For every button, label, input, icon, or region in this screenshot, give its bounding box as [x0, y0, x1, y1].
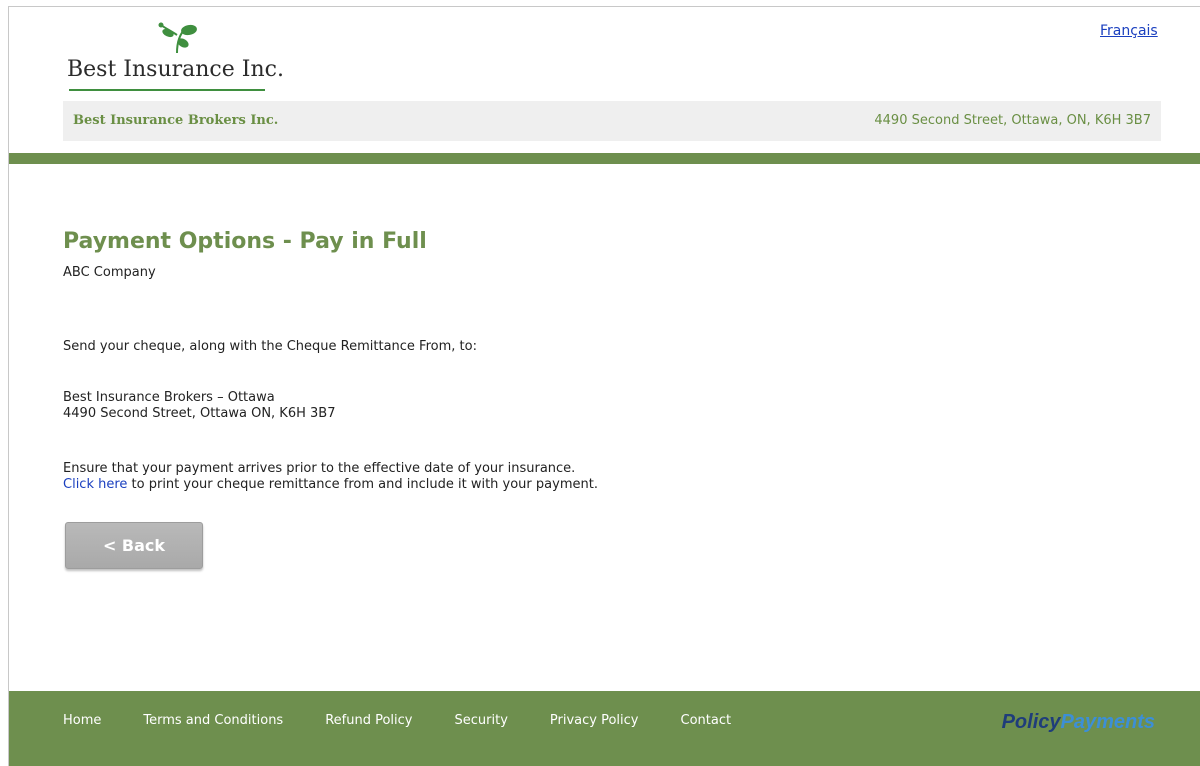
broker-info-bar: Best Insurance Brokers Inc. 4490 Second … — [63, 101, 1161, 141]
mailing-address-block: Best Insurance Brokers – Ottawa 4490 Sec… — [63, 390, 335, 422]
mailing-name: Best Insurance Brokers – Ottawa — [63, 390, 275, 405]
leaf-icon — [158, 22, 197, 54]
footer-link-terms[interactable]: Terms and Conditions — [143, 713, 283, 728]
logo-underline — [69, 89, 265, 91]
print-instruction-rest: to print your cheque remittance from and… — [127, 477, 598, 492]
company-name: ABC Company — [63, 265, 156, 280]
send-instruction: Send your cheque, along with the Cheque … — [63, 339, 477, 354]
broker-address: 4490 Second Street, Ottawa, ON, K6H 3B7 — [874, 113, 1151, 128]
print-remittance-link[interactable]: Click here — [63, 477, 127, 492]
brand-part-1: Policy — [1001, 711, 1061, 733]
page-frame: Best Insurance Inc. Français Best Insura… — [8, 6, 1200, 766]
back-button[interactable]: < Back — [65, 522, 203, 569]
footer-nav: Home Terms and Conditions Refund Policy … — [63, 713, 773, 728]
logo-text: Best Insurance Inc. — [67, 57, 284, 82]
ensure-text: Ensure that your payment arrives prior t… — [63, 461, 576, 476]
policy-payments-logo: PolicyPayments — [1002, 711, 1155, 734]
broker-name: Best Insurance Brokers Inc. — [73, 113, 279, 128]
footer-link-privacy[interactable]: Privacy Policy — [550, 713, 639, 728]
brand-part-2: Payments — [1060, 711, 1156, 733]
header-divider — [9, 153, 1200, 164]
footer-link-contact[interactable]: Contact — [681, 713, 732, 728]
company-logo[interactable]: Best Insurance Inc. — [67, 21, 307, 101]
page-title: Payment Options - Pay in Full — [63, 229, 427, 254]
payment-notice: Ensure that your payment arrives prior t… — [63, 461, 598, 493]
mailing-address: 4490 Second Street, Ottawa ON, K6H 3B7 — [63, 406, 336, 421]
footer-link-security[interactable]: Security — [455, 713, 508, 728]
footer-link-refund[interactable]: Refund Policy — [325, 713, 412, 728]
footer: Home Terms and Conditions Refund Policy … — [9, 691, 1200, 766]
print-instruction: Click here to print your cheque remittan… — [63, 477, 598, 493]
language-toggle-link[interactable]: Français — [1100, 23, 1158, 39]
footer-link-home[interactable]: Home — [63, 713, 101, 728]
